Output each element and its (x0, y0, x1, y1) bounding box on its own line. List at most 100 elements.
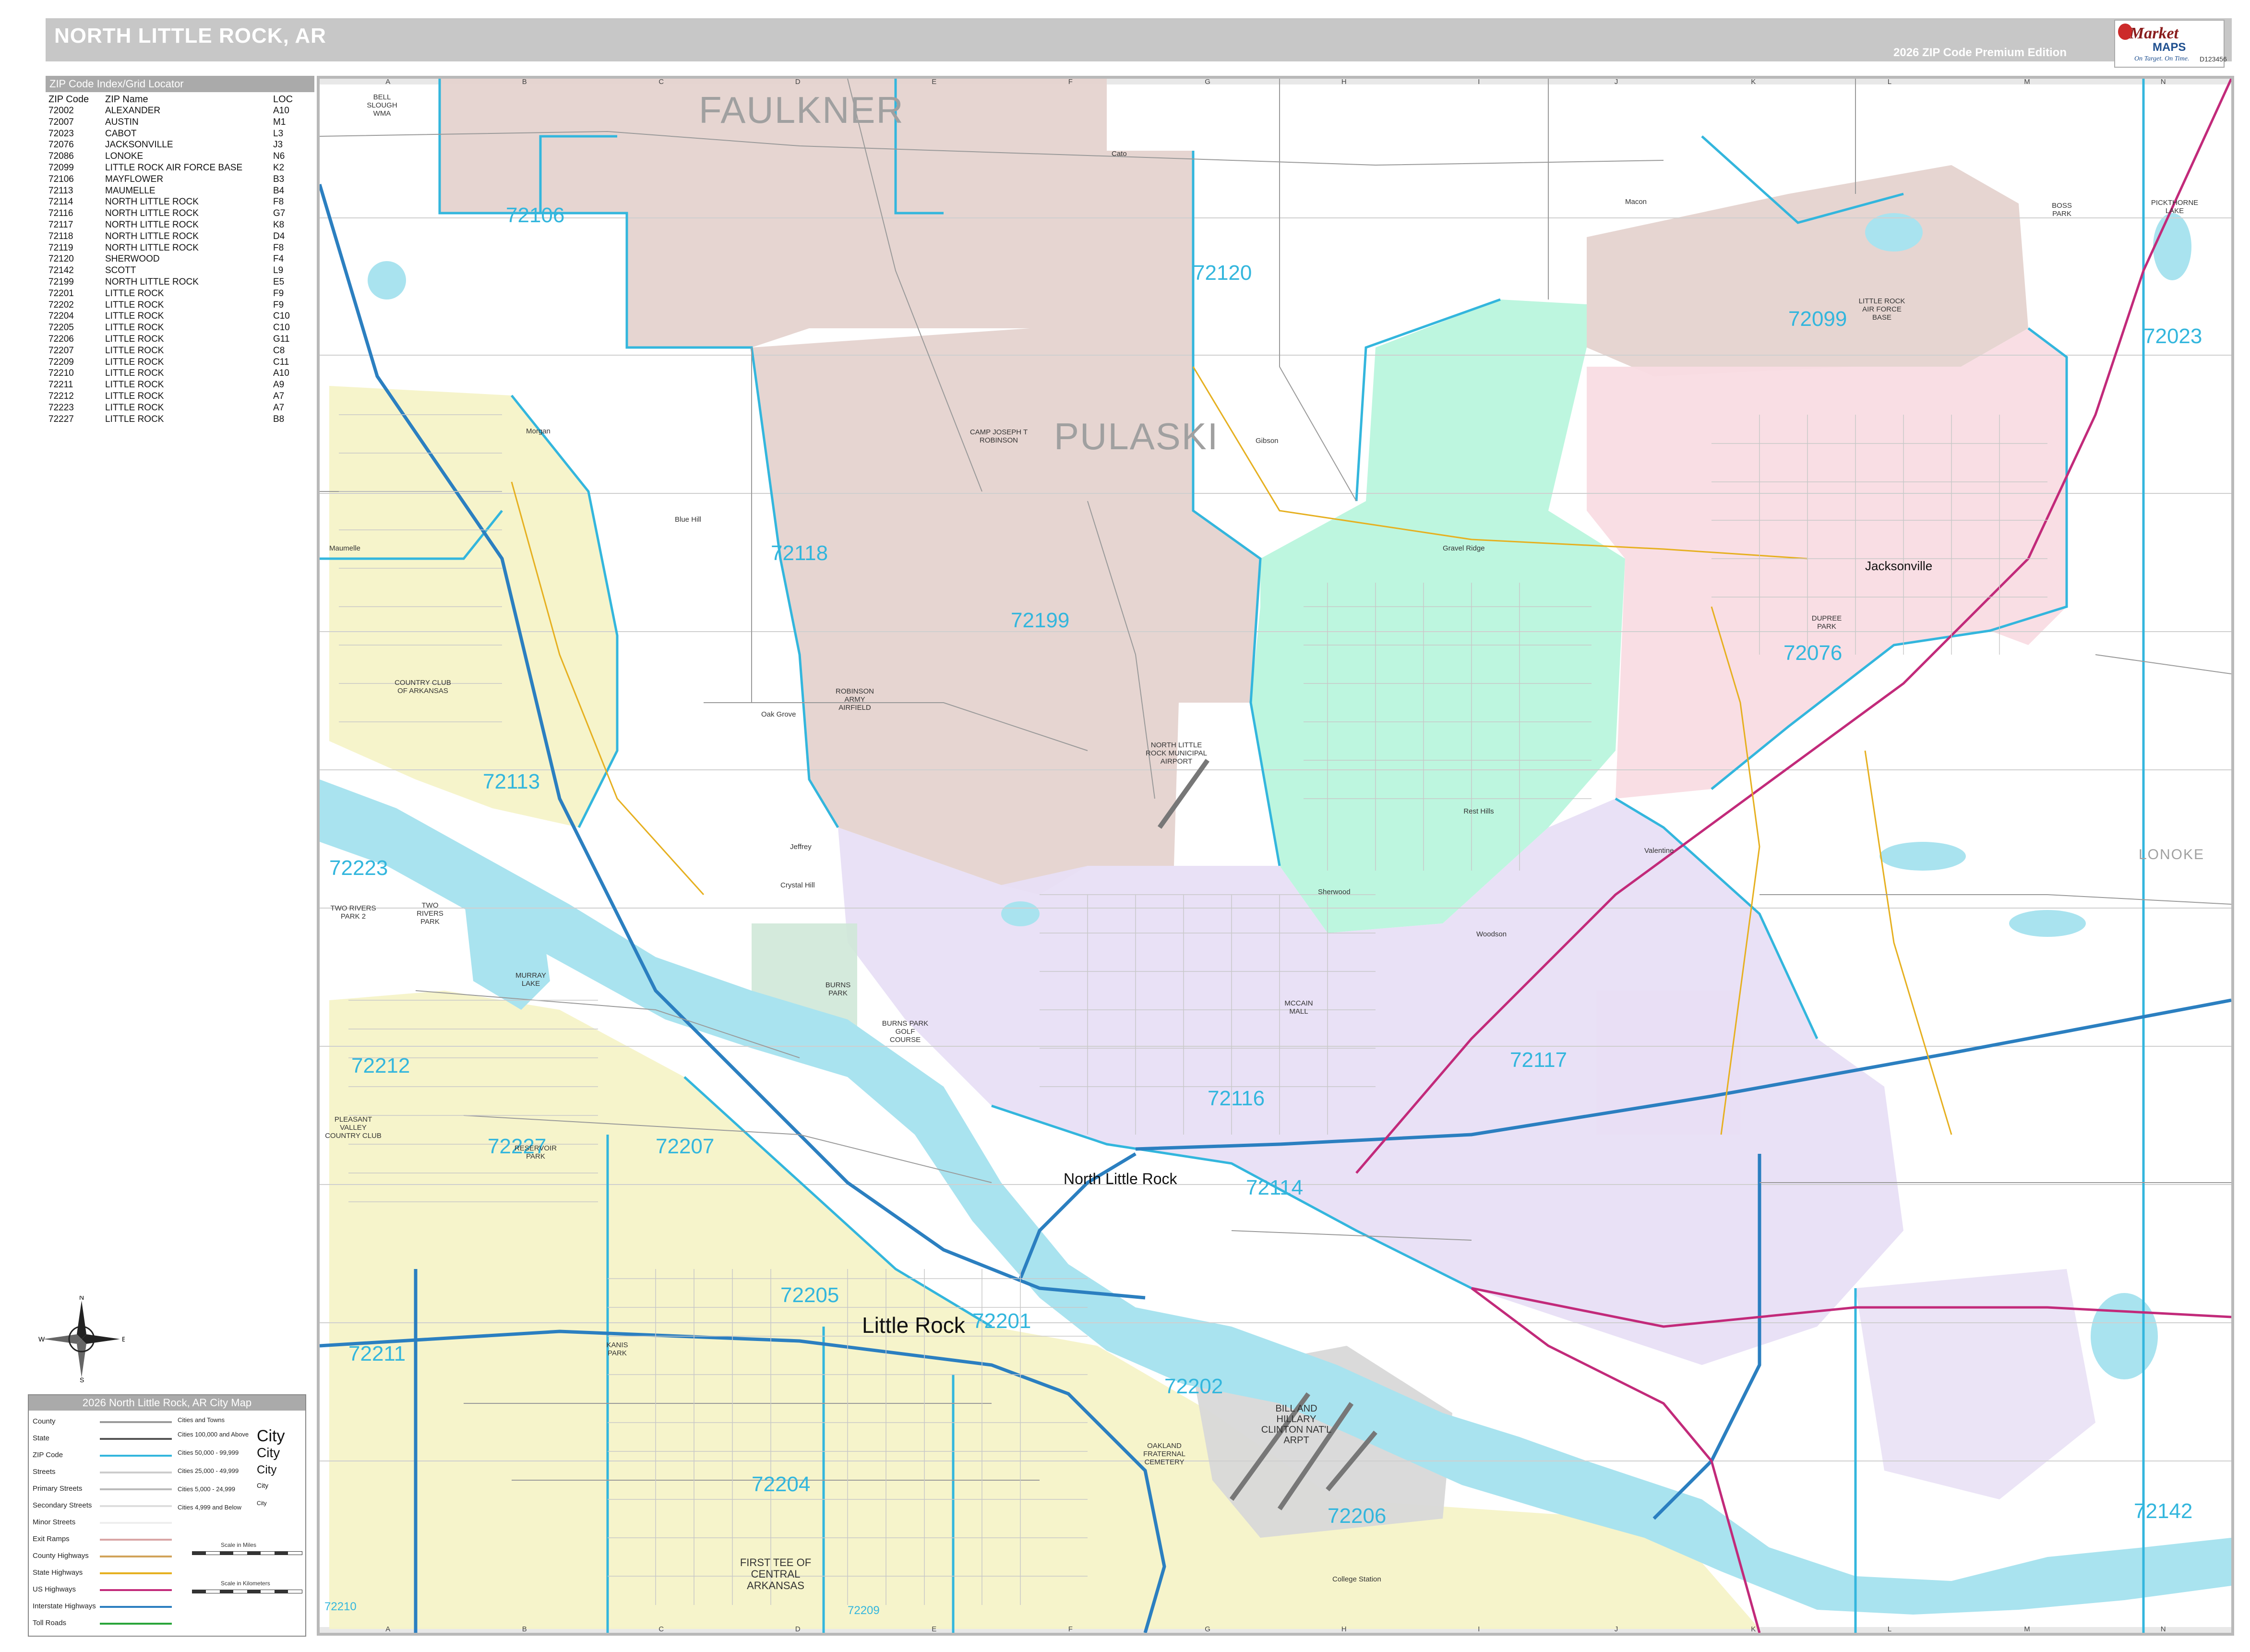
map-area[interactable]: A B C D E F G H I J K L M N A B C D E F G H I J K L M N FAULKNER P… (317, 76, 2234, 1636)
index-loc: C10 (273, 311, 290, 322)
index-zip: 72142 (48, 265, 74, 276)
index-row: 72023 CABOT L3 (48, 129, 312, 140)
legend-item: Minor Streets (33, 1515, 186, 1531)
legend-item: Streets (33, 1465, 186, 1480)
index-loc: A7 (273, 391, 285, 401)
legend-item-label: Interstate Highways (33, 1602, 96, 1610)
grid-column-label: B (522, 1625, 527, 1633)
index-name: LITTLE ROCK (105, 391, 164, 401)
grid-column-label: E (932, 78, 937, 86)
grid-column-label: L (1887, 1625, 1892, 1633)
poi-clinton-airport: BILL AND HILLARY CLINTON NAT'L ARPT (1261, 1403, 1332, 1446)
index-zip: 72212 (48, 391, 74, 401)
town-label-oak-grove: Oak Grove (761, 710, 796, 718)
town-label-cato: Cato (1112, 150, 1127, 158)
zip-label-72212: 72212 (351, 1054, 410, 1077)
scale-bar-km (192, 1590, 302, 1593)
county-label-faulkner: FAULKNER (699, 89, 904, 131)
legend-city-class-sample: City (257, 1427, 285, 1445)
index-name: LITTLE ROCK (105, 357, 164, 367)
index-row: 72002 ALEXANDER A10 (48, 106, 312, 117)
legend-item: ZIP Code (33, 1448, 186, 1463)
grid-column-label: N (2160, 78, 2166, 86)
poi-oakland-cemetery: OAKLAND FRATERNAL CEMETERY (1143, 1442, 1186, 1466)
legend-line-swatch (100, 1539, 172, 1541)
index-loc: D4 (273, 231, 285, 241)
grid-column-label: M (2024, 78, 2030, 86)
legend-city-class-sample: City (257, 1482, 269, 1489)
index-zip: 72086 (48, 151, 74, 162)
index-title: ZIP Code Index/Grid Locator (46, 76, 314, 92)
legend-line-swatch (100, 1488, 172, 1490)
index-row: 72119 NORTH LITTLE ROCK F8 (48, 243, 312, 254)
grid-column-label: N (2160, 1625, 2166, 1633)
city-label-little-rock: Little Rock (862, 1313, 965, 1338)
index-zip: 72120 (48, 254, 74, 264)
index-loc: M1 (273, 117, 286, 127)
index-row: 72209 LITTLE ROCK C11 (48, 357, 312, 369)
zip-label-72116: 72116 (1208, 1087, 1265, 1110)
legend-cities-header-text: Cities and Towns (178, 1416, 225, 1424)
zip-label-72099: 72099 (1788, 307, 1847, 331)
index-row: 72223 LITTLE ROCK A7 (48, 403, 312, 414)
index-row: 72201 LITTLE ROCK F9 (48, 288, 312, 300)
legend-city-class-label: Cities 50,000 - 99,999 (178, 1449, 239, 1456)
zip-label-72209: 72209 (848, 1604, 880, 1617)
compass-n: N (79, 1296, 84, 1301)
index-loc: A7 (273, 402, 285, 413)
index-zip: 72223 (48, 402, 74, 413)
index-row: 72227 LITTLE ROCK B8 (48, 414, 312, 426)
index-loc: K8 (273, 219, 285, 230)
poi-pleasant-valley-cc: PLEASANT VALLEY COUNTRY CLUB (325, 1115, 382, 1140)
legend-line-swatch (100, 1455, 172, 1457)
index-name: LITTLE ROCK (105, 368, 164, 379)
index-col-name: ZIP Name (105, 94, 148, 105)
legend-line-swatch (100, 1472, 172, 1473)
index-row: 72199 NORTH LITTLE ROCK E5 (48, 277, 312, 288)
zip-label-72205: 72205 (780, 1283, 839, 1307)
legend-city-class-sample: City (257, 1500, 267, 1507)
index-loc: F4 (273, 254, 284, 264)
index-zip: 72113 (48, 185, 73, 196)
index-name: LITTLE ROCK (105, 334, 164, 344)
index-col-zip: ZIP Code (48, 94, 89, 105)
index-loc: C8 (273, 345, 285, 356)
logo-tagline: On Target. On Time. (2134, 55, 2190, 62)
index-row: 72007 AUSTIN M1 (48, 117, 312, 129)
index-row: 72210 LITTLE ROCK A10 (48, 368, 312, 380)
legend-item-label: State (33, 1434, 50, 1442)
index-zip: 72119 (48, 242, 73, 253)
grid-column-label: G (1205, 1625, 1210, 1633)
index-list: 72002 ALEXANDER A10 72007 AUSTIN M1 72023 CABOT… (48, 106, 312, 425)
zip-label-72223: 72223 (329, 856, 388, 880)
zip-label-72117: 72117 (1510, 1048, 1568, 1072)
index-zip: 72206 (48, 334, 74, 344)
index-zip: 72211 (48, 380, 73, 390)
index-name: SHERWOOD (105, 254, 160, 264)
index-row: 72120 SHERWOOD F4 (48, 254, 312, 265)
index-loc: L3 (273, 128, 284, 139)
grid-column-label: F (1068, 1625, 1073, 1633)
legend-item-label: Minor Streets (33, 1518, 76, 1526)
index-name: NORTH LITTLE ROCK (105, 197, 199, 207)
index-name: LITTLE ROCK (105, 311, 164, 322)
poi-burns-park-golf: BURNS PARK GOLF COURSE (882, 1019, 929, 1044)
index-zip: 72202 (48, 299, 74, 310)
index-name: LITTLE ROCK (105, 402, 164, 413)
edition-label: 2026 ZIP Code Premium Edition (1893, 46, 2067, 59)
grid-column-label: A (385, 1625, 391, 1633)
legend-item: US Highways (33, 1582, 186, 1598)
index-row: 72118 NORTH LITTLE ROCK D4 (48, 231, 312, 243)
legend-city-class: Cities 25,000 - 49,999 City (178, 1463, 302, 1478)
index-loc: A9 (273, 380, 285, 390)
legend-line-swatch (100, 1572, 172, 1574)
poi-robinson-army-airfield: ROBINSON ARMY AIRFIELD (835, 687, 874, 712)
map-canvas[interactable] (320, 79, 2231, 1633)
grid-column-label: M (2024, 1625, 2030, 1633)
legend-line-swatch (100, 1556, 172, 1557)
grid-column-label: H (1341, 1625, 1347, 1633)
zip-label-72207: 72207 (656, 1135, 715, 1158)
legend-item-label: ZIP Code (33, 1451, 63, 1459)
town-label-maumelle: Maumelle (329, 544, 361, 552)
legend-city-class-label: Cities 25,000 - 49,999 (178, 1467, 239, 1474)
